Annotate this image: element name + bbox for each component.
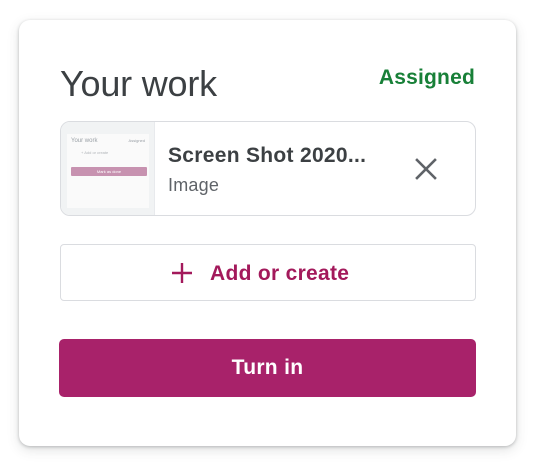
add-or-create-button[interactable]: Add or create (60, 244, 476, 301)
attachment-name: Screen Shot 2020... (168, 144, 367, 167)
close-icon (415, 158, 437, 180)
page: Your work Assigned Your work Assigned + … (0, 0, 537, 469)
thumbnail-button: Mark as done (71, 167, 147, 176)
plus-icon (172, 263, 192, 283)
thumbnail-status: Assigned (128, 138, 145, 143)
remove-attachment-button[interactable] (406, 149, 446, 189)
attachment-type: Image (168, 175, 220, 195)
turn-in-button[interactable]: Turn in (59, 339, 476, 397)
attachment-thumbnail: Your work Assigned + Add or create Mark … (61, 122, 155, 215)
add-or-create-label: Add or create (210, 262, 350, 285)
card-title: Your work (60, 63, 217, 104)
thumbnail-add-label: + Add or create (81, 150, 109, 155)
thumbnail-preview: Your work Assigned + Add or create Mark … (67, 134, 149, 208)
thumbnail-title: Your work (71, 138, 98, 144)
attachment-item[interactable]: Your work Assigned + Add or create Mark … (60, 121, 476, 216)
turn-in-label: Turn in (231, 356, 304, 379)
status-label: Assigned (378, 66, 475, 89)
